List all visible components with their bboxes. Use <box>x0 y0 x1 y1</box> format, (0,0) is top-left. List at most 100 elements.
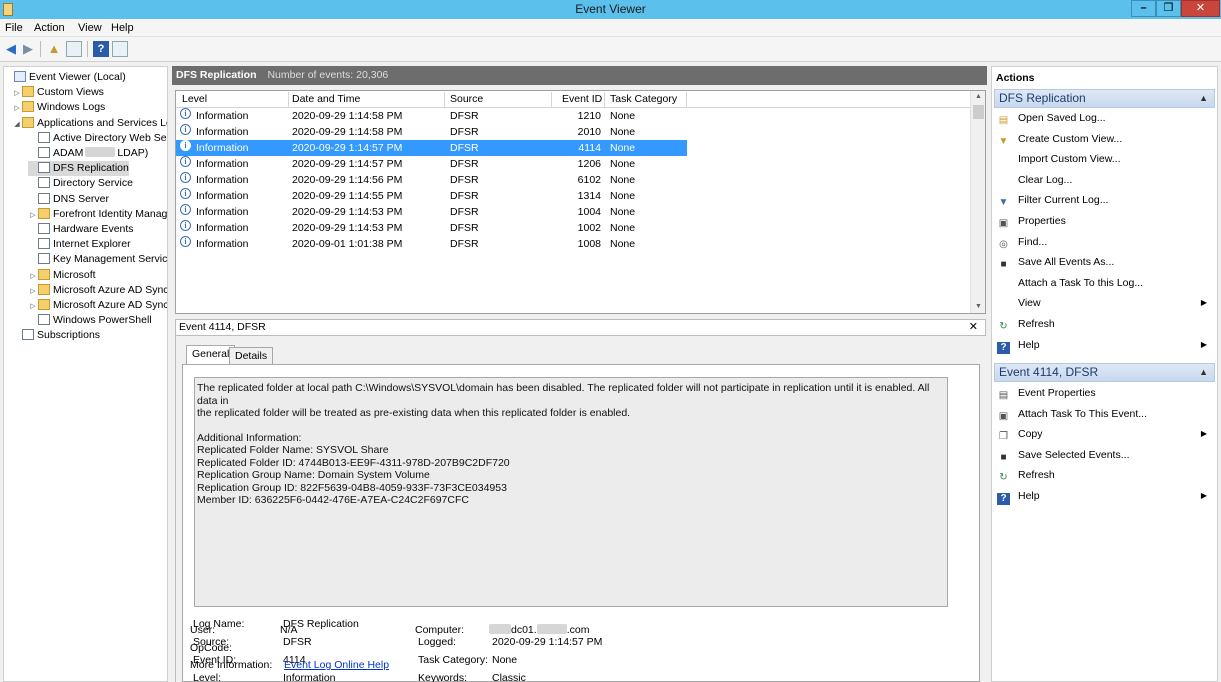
event-row[interactable]: i Information 2020-09-29 1:14:53 PM DFSR 100… <box>176 220 970 236</box>
tree-item[interactable]: Windows PowerShell <box>28 313 152 328</box>
action-item[interactable]: ▣ Attach Task To This Event... <box>997 406 1213 422</box>
action-item[interactable]: ▣ Properties <box>997 213 1213 229</box>
tree-item[interactable]: Hardware Events <box>28 222 134 237</box>
collapse-icon[interactable]: ▲ <box>1199 364 1208 381</box>
tree-item[interactable]: Subscriptions <box>12 328 100 343</box>
event-source: DFSR <box>450 126 479 138</box>
tree-item[interactable]: ADAM LDAP) <box>28 146 148 161</box>
event-row[interactable]: i Information 2020-09-29 1:14:58 PM DFSR 121… <box>176 108 970 124</box>
action-item[interactable]: ■ Save All Events As... <box>997 254 1213 270</box>
tree-item[interactable]: ▷ Microsoft Azure AD Sync <box>28 283 167 299</box>
collapse-icon[interactable]: ▲ <box>1199 90 1208 107</box>
tree-item[interactable]: DFS Replication <box>28 161 129 177</box>
log-icon <box>38 223 50 234</box>
forward-arrow-icon[interactable]: ▶ <box>20 41 36 57</box>
tree-item[interactable]: ▷ Windows Logs <box>12 100 105 115</box>
value-user: N/A <box>280 624 298 636</box>
tree-item-label: Directory Service <box>53 177 133 190</box>
action-item[interactable]: ◎ Find... <box>997 234 1213 250</box>
actions-title: Actions <box>996 72 1035 84</box>
tree-item[interactable]: ▷ Custom Views <box>12 85 104 100</box>
action-item[interactable]: ▤ Event Properties <box>997 385 1213 401</box>
action-item[interactable]: Clear Log... <box>997 172 1213 188</box>
scroll-down-icon[interactable]: ▼ <box>971 301 985 313</box>
action-item[interactable]: ? Help ▶ <box>997 488 1213 505</box>
actions-section-log[interactable]: DFS Replication ▲ <box>994 89 1215 108</box>
action-item[interactable]: View ▶ <box>997 295 1213 311</box>
tab-details[interactable]: Details <box>229 347 274 364</box>
show-hide-tree-icon[interactable] <box>66 41 82 57</box>
tab-general[interactable]: General <box>186 345 236 364</box>
scroll-thumb[interactable] <box>973 105 984 119</box>
action-item[interactable]: ▤ Open Saved Log... <box>997 110 1213 126</box>
tree-item[interactable]: DNS Server <box>28 192 109 207</box>
back-arrow-icon[interactable]: ◀ <box>3 41 19 57</box>
action-item[interactable]: ❐ Copy ▶ <box>997 426 1213 442</box>
event-row[interactable]: i Information 2020-09-29 1:14:58 PM DFSR 201… <box>176 124 970 140</box>
event-log-online-help-link[interactable]: Event Log Online Help <box>284 659 389 671</box>
event-row[interactable]: i Information 2020-09-29 1:14:55 PM DFSR 131… <box>176 188 970 204</box>
menu-file[interactable]: File <box>5 22 23 34</box>
tree-item[interactable]: Active Directory Web Ser <box>28 131 167 146</box>
col-level[interactable]: Level <box>182 93 207 105</box>
action-label: Attach a Task To this Log... <box>1018 276 1144 289</box>
col-task-category[interactable]: Task Category <box>610 93 677 105</box>
tree-item[interactable]: Event Viewer (Local) <box>4 70 126 85</box>
scroll-up-icon[interactable]: ▲ <box>971 91 985 103</box>
event-message[interactable]: The replicated folder at local path C:\W… <box>194 377 948 607</box>
menu-bar: File Action View Help <box>0 19 1221 37</box>
actions-section-event[interactable]: Event 4114, DFSR ▲ <box>994 363 1215 382</box>
col-date[interactable]: Date and Time <box>292 93 360 105</box>
menu-help[interactable]: Help <box>111 22 134 34</box>
expand-arrow-icon[interactable]: ▷ <box>28 284 38 299</box>
actions-pane: Actions DFS Replication ▲ ▤ Open Saved Log… <box>991 66 1218 682</box>
action-label: Help <box>1018 490 1040 502</box>
close-detail-icon[interactable]: ✕ <box>969 320 978 335</box>
event-level: Information <box>196 206 249 218</box>
menu-action[interactable]: Action <box>34 22 65 34</box>
close-button[interactable]: ✕ <box>1181 0 1220 17</box>
action-item[interactable]: ▼ Filter Current Log... <box>997 192 1213 208</box>
event-row[interactable]: i Information 2020-09-29 1:14:57 PM DFSR 120… <box>176 156 970 172</box>
show-hide-action-pane-icon[interactable] <box>112 41 128 57</box>
event-task-category: None <box>610 238 636 250</box>
expand-arrow-icon[interactable]: ▷ <box>28 208 38 223</box>
event-row[interactable]: i Information 2020-09-01 1:01:38 PM DFSR 100… <box>176 236 970 252</box>
folder-up-icon[interactable]: ▲ <box>46 41 62 57</box>
expand-arrow-icon[interactable]: ▷ <box>28 299 38 314</box>
information-icon: i <box>180 220 191 231</box>
tree-item[interactable]: Directory Service <box>28 176 133 191</box>
tree-item[interactable]: ◢ Applications and Services Lo <box>12 116 167 132</box>
tree-item[interactable]: ▷ Microsoft Azure AD Sync <box>28 298 167 314</box>
label-opcode: OpCode: <box>190 642 233 654</box>
event-row[interactable]: i Information 2020-09-29 1:14:57 PM DFSR 411… <box>176 140 687 156</box>
action-item[interactable]: ■ Save Selected Events... <box>997 447 1213 463</box>
action-item[interactable]: Attach a Task To this Log... <box>997 275 1213 291</box>
events-list[interactable]: Level Date and Time Source Event ID Task… <box>175 90 986 314</box>
action-item[interactable]: ▼ Create Custom View... <box>997 131 1213 147</box>
tree-item[interactable]: ▷ Microsoft <box>28 268 96 283</box>
col-source[interactable]: Source <box>450 93 483 105</box>
events-scrollbar[interactable]: ▲ ▼ <box>970 91 985 313</box>
tree-item[interactable]: Key Management Service <box>28 252 167 267</box>
event-row[interactable]: i Information 2020-09-29 1:14:56 PM DFSR 610… <box>176 172 970 188</box>
expand-arrow-icon[interactable]: ▷ <box>12 86 22 101</box>
action-item[interactable]: ↻ Refresh <box>997 316 1213 332</box>
additional-line: Additional Information: <box>197 431 302 444</box>
maximize-button[interactable]: ❐ <box>1156 0 1181 17</box>
action-item[interactable]: ↻ Refresh <box>997 467 1213 483</box>
expand-arrow-icon[interactable]: ▷ <box>12 101 22 116</box>
action-item[interactable]: ? Help ▶ <box>997 337 1213 354</box>
menu-view[interactable]: View <box>78 22 102 34</box>
action-item[interactable]: Import Custom View... <box>997 151 1213 167</box>
expand-arrow-icon[interactable]: ▷ <box>28 269 38 284</box>
expand-arrow-icon[interactable]: ◢ <box>12 117 22 132</box>
additional-line: Replicated Folder ID: 4744B013-EE9F-4311… <box>197 456 510 469</box>
help-icon[interactable]: ? <box>93 41 109 57</box>
minimize-button[interactable]: – <box>1131 0 1156 17</box>
tree-item[interactable]: Internet Explorer <box>28 237 131 252</box>
col-event-id[interactable]: Event ID <box>562 93 602 105</box>
action-label: Copy <box>1018 428 1043 441</box>
tree-item[interactable]: ▷ Forefront Identity Manag <box>28 207 167 222</box>
event-row[interactable]: i Information 2020-09-29 1:14:53 PM DFSR 100… <box>176 204 970 220</box>
